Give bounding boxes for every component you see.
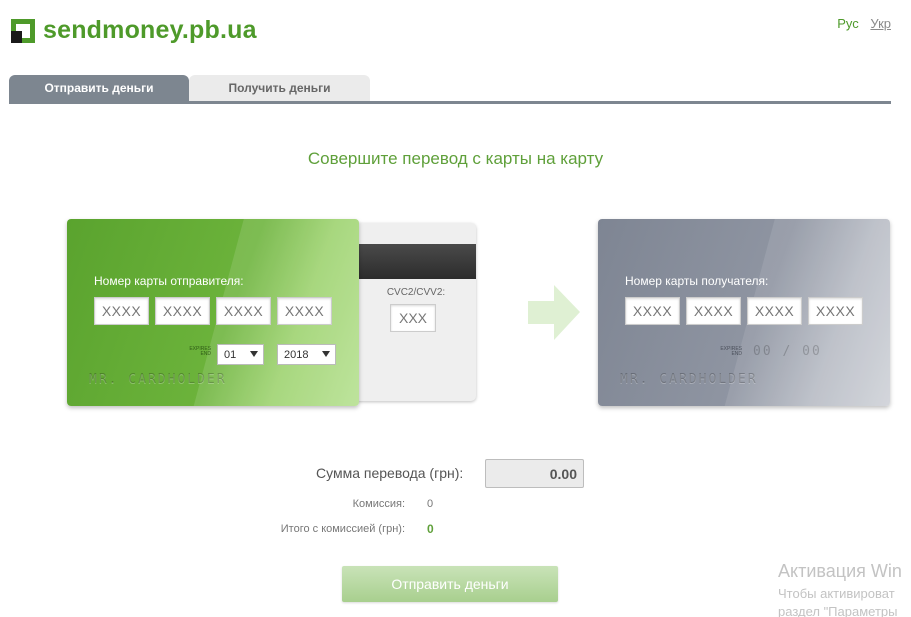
sender-card-label: Номер карты отправителя:	[94, 274, 244, 288]
receiver-card-digits-2[interactable]: XXXX	[686, 297, 741, 325]
receiver-card-digits-1[interactable]: XXXX	[625, 297, 680, 325]
activation-watermark-line-1: Чтобы активироват	[778, 586, 895, 601]
activation-watermark-line-2: раздел "Параметры	[778, 604, 898, 617]
receiver-cardholder: MR. CARDHOLDER	[620, 372, 758, 387]
receiver-card-digits-4[interactable]: XXXX	[808, 297, 863, 325]
expires-label: EXPIRES END	[189, 346, 211, 357]
amount-input[interactable]: 0.00	[485, 459, 584, 488]
expiry-month-select[interactable]: 01	[217, 344, 264, 365]
lang-ru: Рус	[837, 16, 859, 31]
amount-label: Сумма перевода (грн):	[316, 465, 464, 481]
receiver-card-digits-3[interactable]: XXXX	[747, 297, 802, 325]
total-label: Итого с комиссией (грн):	[280, 523, 405, 535]
sender-card-digits-3[interactable]: XXXX	[216, 297, 271, 325]
activation-watermark-title: Активация Win	[778, 561, 902, 581]
receiver-card-label: Номер карты получателя:	[625, 274, 769, 288]
receiver-expiry-placeholder: 00 / 00	[753, 344, 822, 359]
logo-text: sendmoney.pb.ua	[43, 16, 257, 44]
cvc-label: CVC2/CVV2:	[386, 287, 446, 298]
sender-card-digits-2[interactable]: XXXX	[155, 297, 210, 325]
tab-receive-money[interactable]: Получить деньги	[189, 75, 370, 101]
sender-card-number: XXXX XXXX XXXX XXXX	[94, 297, 332, 325]
send-money-button[interactable]: Отправить деньги	[342, 566, 558, 602]
chevron-down-icon	[250, 351, 258, 357]
magnetic-stripe	[356, 244, 476, 279]
privatbank-logo-icon	[11, 18, 35, 43]
language-switcher: Рус Укр	[837, 16, 891, 31]
receiver-expires-label: EXPIRES END	[720, 346, 742, 357]
expiry-year-select[interactable]: 2018	[277, 344, 336, 365]
tab-send-money[interactable]: Отправить деньги	[9, 75, 189, 101]
cvc-input[interactable]: XXX	[390, 304, 436, 332]
arrow-right-icon	[528, 285, 580, 340]
expiry-month-value: 01	[224, 348, 237, 361]
sender-card: Номер карты отправителя: XXXX XXXX XXXX …	[67, 219, 359, 406]
total-value: 0	[427, 522, 434, 536]
page-title: Совершите перевод с карты на карту	[307, 149, 604, 168]
tab-bar: Отправить деньги Получить деньги	[9, 75, 891, 104]
receiver-card: Номер карты получателя: XXXX XXXX XXXX X…	[598, 219, 890, 406]
fee-value: 0	[427, 498, 434, 510]
sender-card-digits-4[interactable]: XXXX	[277, 297, 332, 325]
expiry-year-value: 2018	[284, 348, 309, 361]
sender-card-digits-1[interactable]: XXXX	[94, 297, 149, 325]
sender-cardholder: MR. CARDHOLDER	[89, 372, 227, 387]
site-logo[interactable]: sendmoney.pb.ua	[11, 16, 257, 45]
fee-label: Комиссия:	[352, 498, 405, 510]
card-back: CVC2/CVV2: XXX	[356, 223, 476, 401]
lang-ua-link[interactable]: Укр	[870, 16, 891, 31]
receiver-card-number: XXXX XXXX XXXX XXXX	[625, 297, 863, 325]
chevron-down-icon	[322, 351, 330, 357]
